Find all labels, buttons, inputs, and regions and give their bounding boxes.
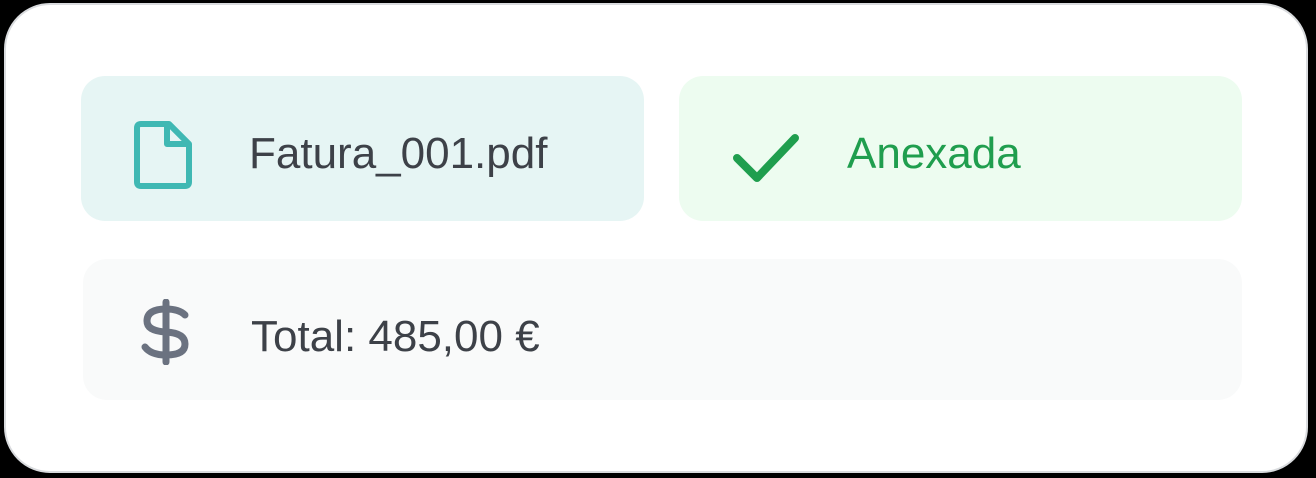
total-amount: Total: 485,00 € — [251, 312, 540, 361]
file-name: Fatura_001.pdf — [249, 129, 548, 178]
status-label: Anexada — [847, 129, 1021, 178]
dollar-icon — [141, 299, 189, 365]
attached-file-chip[interactable]: Fatura_001.pdf — [81, 76, 644, 221]
file-icon — [134, 121, 192, 189]
attachment-status-badge: Anexada — [679, 76, 1242, 221]
invoice-attachment-card: Fatura_001.pdf Anexada Total: 485,00 € — [4, 3, 1308, 473]
invoice-total: Total: 485,00 € — [83, 259, 1242, 400]
checkmark-icon — [733, 134, 799, 182]
